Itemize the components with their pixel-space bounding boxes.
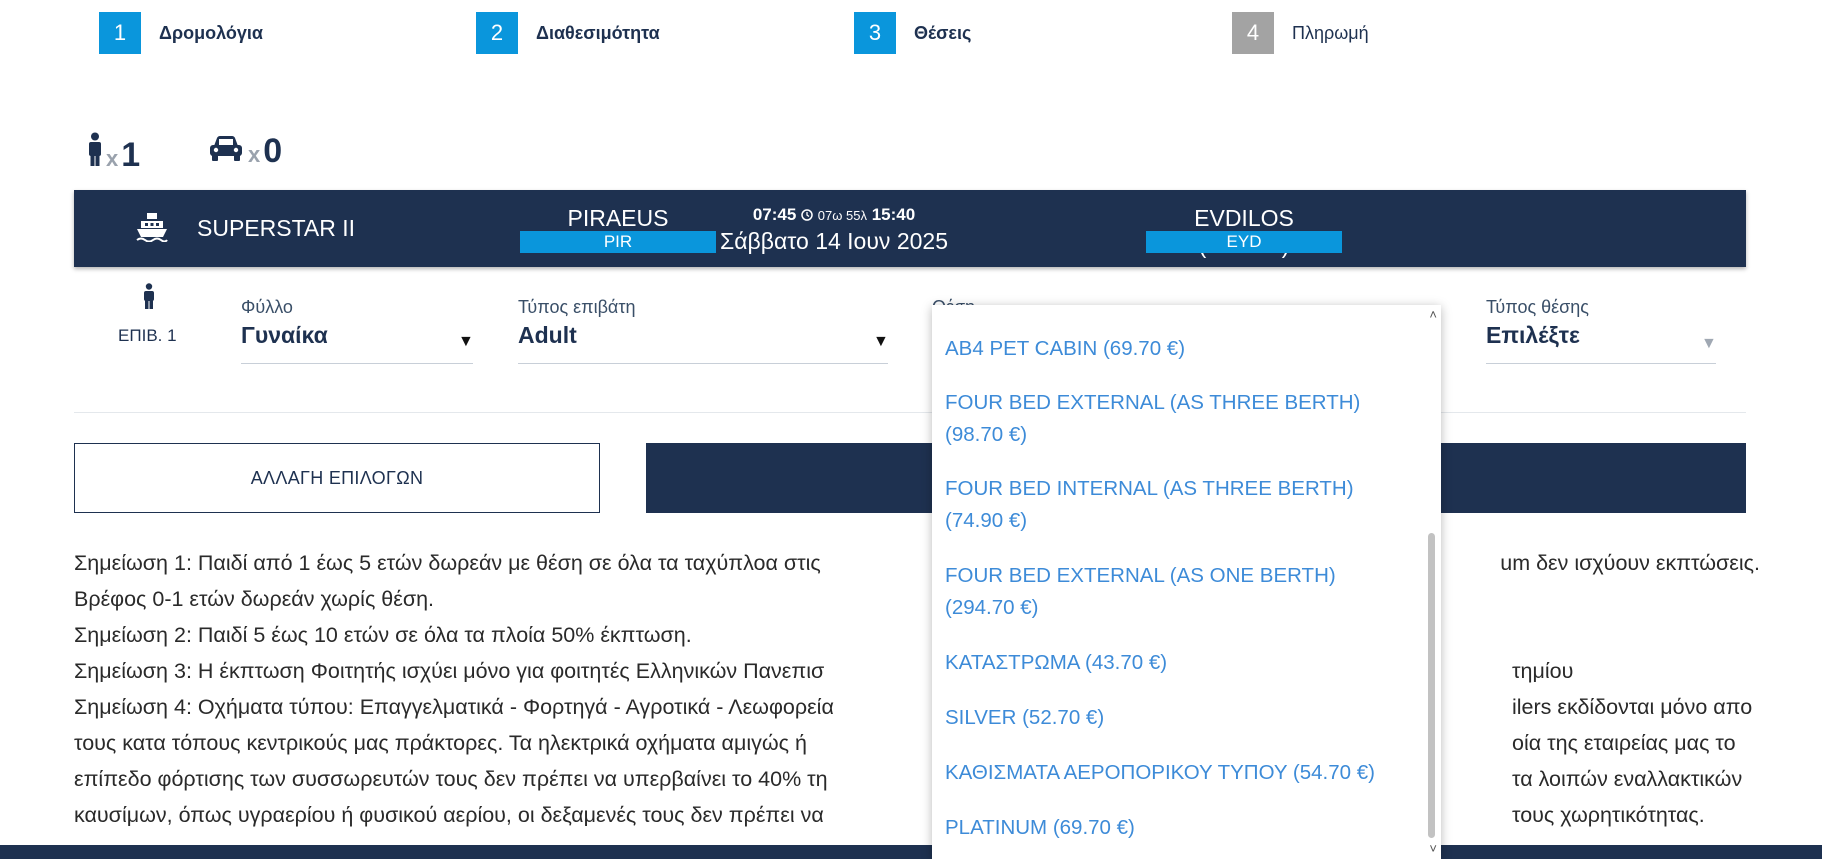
vehicle-count-value: 0	[263, 132, 283, 170]
ship-icon	[136, 213, 168, 242]
seat-option[interactable]: SILVER (52.70 €)	[945, 702, 1405, 734]
step-number: 2	[476, 12, 518, 54]
note-line: καυσίμων, όπως υγραερίου ή φυσικού αερίο…	[74, 803, 824, 827]
seat-type-value: Επιλέξτε	[1486, 322, 1580, 348]
note-line: επίπεδο φόρτισης των συσσωρευτών τους δε…	[74, 767, 828, 791]
seat-option[interactable]: FOUR BED INTERNAL (AS THREE BERTH) (74.9…	[945, 473, 1405, 537]
note-line: Βρέφος 0-1 ετών δωρεάν χωρίς θέση.	[74, 587, 435, 611]
step-number: 4	[1232, 12, 1274, 54]
step-label: Διαθεσιμότητα	[536, 22, 660, 43]
gender-underline	[241, 363, 473, 364]
note-line: um δεν ισχύουν εκπτώσεις.	[1500, 551, 1760, 575]
step-2[interactable]: 2 Διαθεσιμότητα	[476, 12, 660, 54]
person-icon	[89, 132, 101, 166]
seat-option[interactable]: FOUR BED EXTERNAL (AS ONE BERTH) (294.70…	[945, 560, 1405, 624]
seat-dropdown-list[interactable]: AB4 PET CABIN (69.70 €) FOUR BED EXTERNA…	[932, 305, 1441, 859]
passenger-type-underline	[518, 363, 888, 364]
scroll-down-icon[interactable]: ˅	[1429, 841, 1437, 856]
seat-option[interactable]: ΚΑΘΙΣΜΑΤΑ ΑΕΡΟΠΟΡΙΚΟΥ ΤΥΠΟΥ (54.70 €)	[945, 757, 1405, 789]
gender-value: Γυναίκα	[241, 322, 328, 348]
arrival-port-code: EYD	[1146, 231, 1342, 253]
note-line: ilers εκδίδονται μόνο απο	[1512, 695, 1753, 719]
seat-option[interactable]: FOUR BED EXTERNAL (AS THREE BERTH) (98.7…	[945, 387, 1405, 451]
scroll-up-icon[interactable]: ˄	[1429, 307, 1437, 322]
chevron-down-icon: ▼	[1701, 335, 1717, 352]
vehicle-count: x 0	[208, 132, 282, 171]
note-line: τημίου	[1512, 659, 1574, 683]
note-line: οία της εταιρείας μας το	[1512, 731, 1736, 755]
passenger-count-value: 1	[121, 136, 141, 174]
note-line: τους χωρητικότητας.	[1512, 803, 1705, 827]
step-label: Πληρωμή	[1292, 22, 1369, 43]
trip-summary-bar: SUPERSTAR II PIRAEUS PIR 07:45 07ω 55λ 1…	[74, 190, 1746, 267]
seat-type-label: Τύπος θέσης	[1486, 297, 1589, 317]
passenger-count: x 1	[88, 132, 140, 175]
passenger-label: ΕΠΙΒ. 1	[118, 326, 177, 345]
note-line: Σημείωση 1: Παιδί από 1 έως 5 ετών δωρεά…	[74, 551, 821, 575]
gender-label: Φύλλο	[241, 297, 293, 317]
step-label: Θέσεις	[914, 22, 972, 43]
step-number: 3	[854, 12, 896, 54]
times-sign: x	[106, 146, 119, 171]
passenger-type-value: Adult	[518, 322, 577, 348]
scrollbar-thumb[interactable]	[1428, 533, 1435, 838]
arrive-time: 15:40	[871, 205, 916, 224]
vessel-name: SUPERSTAR II	[197, 215, 356, 241]
trip-times: 07:45 07ω 55λ 15:40	[674, 205, 994, 225]
note-line: τα λοιπών εναλλακτικών	[1512, 767, 1743, 791]
trip-duration: 07ω 55λ	[817, 208, 867, 223]
car-icon	[210, 136, 242, 161]
step-4: 4 Πληρωμή	[1232, 12, 1369, 54]
seat-type-underline	[1486, 363, 1716, 364]
chevron-down-icon: ▼	[458, 333, 474, 350]
seat-option[interactable]: PLATINUM (69.70 €)	[945, 812, 1405, 844]
note-line: Σημείωση 2: Παιδί 5 έως 10 ετών σε όλα τ…	[74, 623, 692, 647]
divider	[74, 412, 1746, 413]
clock-icon	[801, 209, 813, 221]
note-line: τους κατα τόπους κεντρικούς μας πράκτορε…	[74, 731, 807, 755]
step-label: Δρομολόγια	[159, 22, 263, 43]
footer-band	[0, 845, 1822, 859]
seat-option[interactable]: AB4 PET CABIN (69.70 €)	[945, 333, 1405, 365]
step-1[interactable]: 1 Δρομολόγια	[99, 12, 263, 54]
depart-time: 07:45	[752, 205, 797, 224]
passenger-type-label: Τύπος επιβάτη	[518, 297, 636, 317]
times-sign: x	[248, 142, 261, 167]
chevron-down-icon: ▼	[873, 333, 889, 350]
note-line: Σημείωση 3: Η έκπτωση Φοιτητής ισχύει μό…	[74, 659, 825, 683]
person-icon	[144, 283, 154, 309]
seat-option[interactable]: ΚΑΤΑΣΤΡΩΜΑ (43.70 €)	[945, 647, 1405, 679]
step-3[interactable]: 3 Θέσεις	[854, 12, 971, 54]
trip-date: Σάββατο 14 Ιουν 2025	[719, 228, 948, 254]
step-number: 1	[99, 12, 141, 54]
change-options-button[interactable]: ΑΛΛΑΓΗ ΕΠΙΛΟΓΩΝ	[74, 443, 600, 513]
note-line: Σημείωση 4: Οχήματα τύπου: Επαγγελματικά…	[74, 695, 834, 719]
